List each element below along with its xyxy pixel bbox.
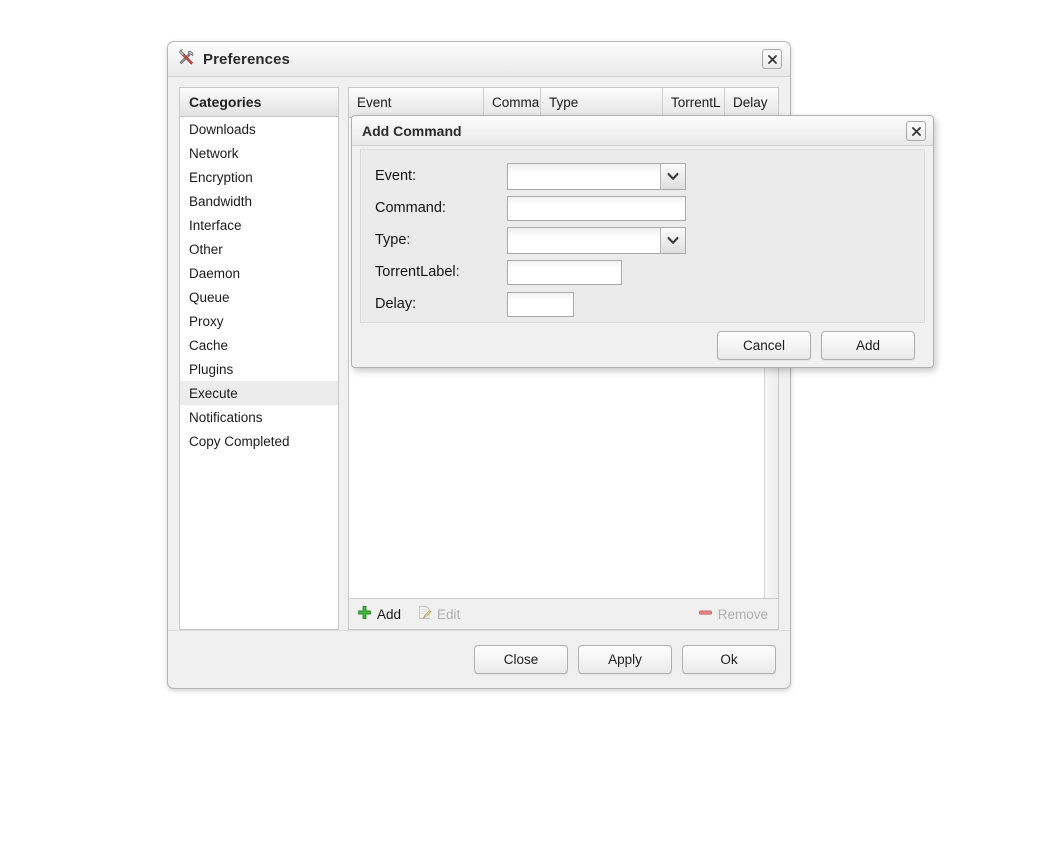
- sidebar-item-notifications[interactable]: Notifications: [180, 405, 338, 429]
- sidebar-item-other[interactable]: Other: [180, 237, 338, 261]
- plus-icon: [357, 605, 372, 623]
- column-header-event[interactable]: Event: [349, 88, 484, 117]
- chevron-down-icon: [660, 227, 685, 253]
- sidebar-item-label: Encryption: [189, 169, 253, 185]
- field-row-command: Command:: [375, 192, 924, 224]
- sidebar-item-proxy[interactable]: Proxy: [180, 309, 338, 333]
- sidebar-item-queue[interactable]: Queue: [180, 285, 338, 309]
- sidebar-item-copy-completed[interactable]: Copy Completed: [180, 429, 338, 453]
- close-icon: [767, 54, 778, 65]
- ok-button[interactable]: Ok: [682, 645, 776, 674]
- screen: Preferences Categories Downloads Network…: [0, 0, 1046, 851]
- field-row-torrentlabel: TorrentLabel:: [375, 256, 924, 288]
- add-command-titlebar: Add Command: [352, 116, 933, 146]
- close-button[interactable]: Close: [474, 645, 568, 674]
- remove-command-button[interactable]: Remove: [698, 605, 768, 623]
- minus-icon: [698, 605, 713, 623]
- sidebar-item-label: Network: [189, 145, 239, 161]
- torrentlabel-label: TorrentLabel:: [375, 264, 460, 280]
- sidebar-item-label: Plugins: [189, 361, 234, 377]
- sidebar-item-label: Interface: [189, 217, 242, 233]
- sidebar-item-network[interactable]: Network: [180, 141, 338, 165]
- add-command-title: Add Command: [362, 122, 462, 139]
- field-row-type: Type:: [375, 224, 924, 256]
- preferences-titlebar: Preferences: [168, 42, 790, 77]
- page-title: Preferences: [203, 50, 290, 68]
- sidebar-item-label: Other: [189, 241, 223, 257]
- categories-header: Categories: [180, 88, 338, 117]
- delay-input[interactable]: [507, 291, 574, 317]
- sidebar-item-cache[interactable]: Cache: [180, 333, 338, 357]
- field-row-delay: Delay:: [375, 288, 924, 320]
- add-command-close-button[interactable]: [906, 121, 926, 141]
- preferences-close-button[interactable]: [762, 49, 782, 69]
- edit-command-button[interactable]: Edit: [417, 605, 460, 623]
- remove-command-label: Remove: [717, 606, 768, 622]
- apply-button[interactable]: Apply: [578, 645, 672, 674]
- event-label: Event:: [375, 168, 417, 184]
- delay-label: Delay:: [375, 296, 417, 312]
- sidebar-item-daemon[interactable]: Daemon: [180, 261, 338, 285]
- add-command-label: Add: [377, 606, 402, 622]
- sidebar-item-label: Bandwidth: [189, 193, 253, 209]
- preferences-footer: Close Apply Ok: [168, 630, 790, 688]
- column-header-command[interactable]: Comma: [484, 88, 541, 117]
- edit-command-label: Edit: [437, 606, 461, 622]
- sidebar-item-label: Daemon: [189, 265, 241, 281]
- edit-pencil-icon: [417, 605, 432, 623]
- add-button[interactable]: Add: [821, 330, 915, 360]
- sidebar-item-downloads[interactable]: Downloads: [180, 117, 338, 141]
- add-command-form: Event: Command: Type: TorrentLabel: Dela…: [360, 149, 925, 323]
- field-row-event: Event:: [375, 160, 924, 192]
- sidebar-item-label: Proxy: [189, 313, 224, 329]
- sidebar-item-interface[interactable]: Interface: [180, 213, 338, 237]
- add-command-button[interactable]: Add: [357, 605, 401, 623]
- event-combobox[interactable]: [507, 162, 686, 190]
- command-input[interactable]: [507, 195, 686, 221]
- column-header-torrentlabel[interactable]: TorrentL: [663, 88, 725, 117]
- sidebar-item-bandwidth[interactable]: Bandwidth: [180, 189, 338, 213]
- commands-table-header: Event Comma Type TorrentL Delay: [349, 88, 778, 118]
- type-label: Type:: [375, 232, 411, 248]
- chevron-down-icon: [660, 163, 685, 189]
- command-label: Command:: [375, 200, 446, 216]
- tools-icon: [177, 47, 196, 71]
- close-icon: [911, 126, 922, 137]
- type-combobox[interactable]: [507, 226, 686, 254]
- add-command-dialog: Add Command Event: Command: Type: Torren…: [351, 115, 934, 368]
- sidebar-item-execute[interactable]: Execute: [180, 381, 338, 405]
- cancel-button[interactable]: Cancel: [717, 330, 811, 360]
- sidebar-item-plugins[interactable]: Plugins: [180, 357, 338, 381]
- sidebar-item-label: Cache: [189, 337, 229, 353]
- column-header-delay[interactable]: Delay: [725, 88, 773, 117]
- sidebar-item-label: Notifications: [189, 409, 263, 425]
- sidebar-item-encryption[interactable]: Encryption: [180, 165, 338, 189]
- torrentlabel-input[interactable]: [507, 259, 622, 285]
- sidebar-item-label: Copy Completed: [189, 433, 290, 449]
- commands-toolbar: Add Edit Remove: [349, 598, 778, 629]
- sidebar-item-label: Queue: [189, 289, 230, 305]
- add-command-footer: Cancel Add: [352, 323, 933, 367]
- sidebar-item-label: Downloads: [189, 121, 256, 137]
- categories-sidebar: Categories Downloads Network Encryption …: [179, 87, 339, 630]
- sidebar-item-label: Execute: [189, 385, 238, 401]
- column-header-type[interactable]: Type: [541, 88, 663, 117]
